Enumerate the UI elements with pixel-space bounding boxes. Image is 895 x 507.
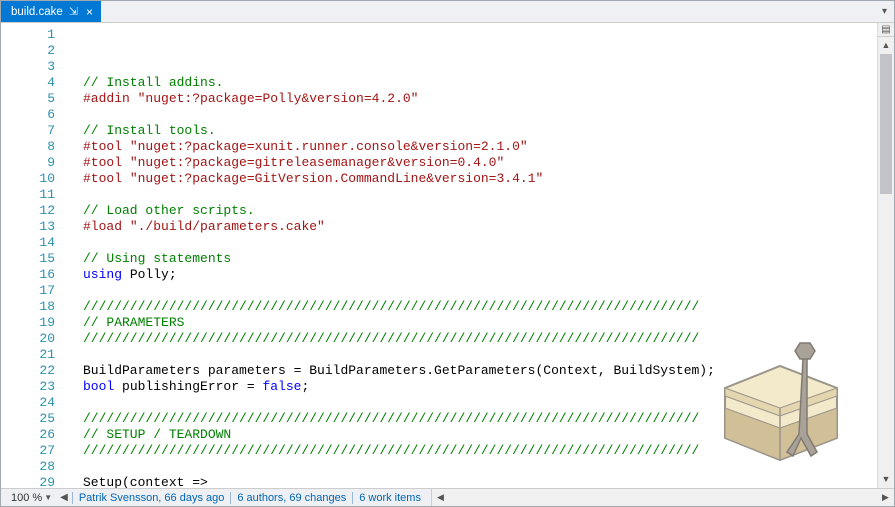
line-number: 29 (1, 475, 55, 488)
codelens-author[interactable]: Patrik Svensson, 66 days ago (72, 492, 231, 504)
code-line[interactable]: Setup(context => (83, 475, 877, 488)
line-number: 16 (1, 267, 55, 283)
hscroll-left-icon[interactable]: ◀ (432, 492, 449, 503)
line-number: 24 (1, 395, 55, 411)
code-line[interactable]: // Install addins. (83, 75, 877, 91)
code-line[interactable]: #tool "nuget:?package=GitVersion.Command… (83, 171, 877, 187)
line-number: 22 (1, 363, 55, 379)
code-editor[interactable]: 1234567891011121314151617181920212223242… (1, 23, 894, 488)
code-line[interactable] (83, 459, 877, 475)
line-number: 10 (1, 171, 55, 187)
code-line[interactable]: ////////////////////////////////////////… (83, 331, 877, 347)
line-number: 19 (1, 315, 55, 331)
line-number: 4 (1, 75, 55, 91)
code-line[interactable] (83, 107, 877, 123)
codelens-prev-icon[interactable]: ◀ (56, 492, 72, 503)
zoom-value: 100 % (11, 492, 42, 504)
line-number: 21 (1, 347, 55, 363)
tab-overflow: ▾ (875, 1, 894, 22)
code-line[interactable]: #addin "nuget:?package=Polly&version=4.2… (83, 91, 877, 107)
code-line[interactable]: #load "./build/parameters.cake" (83, 219, 877, 235)
status-bar: 100 % ▼ ◀ Patrik Svensson, 66 days ago 6… (1, 488, 894, 506)
scroll-down-icon[interactable]: ▼ (878, 471, 894, 488)
code-line[interactable]: // Load other scripts. (83, 203, 877, 219)
code-line[interactable]: using Polly; (83, 267, 877, 283)
code-line[interactable]: ////////////////////////////////////////… (83, 411, 877, 427)
horizontal-scrollbar[interactable]: ◀ ▶ (431, 489, 894, 506)
tab-bar: build.cake ⇲ × ▾ (1, 1, 894, 23)
line-number: 11 (1, 187, 55, 203)
line-number: 6 (1, 107, 55, 123)
code-area[interactable]: // Install addins.#addin "nuget:?package… (63, 23, 877, 488)
code-line[interactable] (83, 235, 877, 251)
tab-filename: build.cake (11, 6, 63, 18)
line-number-gutter: 1234567891011121314151617181920212223242… (1, 23, 63, 488)
code-line[interactable] (83, 347, 877, 363)
line-number: 27 (1, 443, 55, 459)
code-line[interactable]: // PARAMETERS (83, 315, 877, 331)
vertical-scrollbar[interactable]: ▤ ▲ ▼ (877, 23, 894, 488)
hscroll-track[interactable] (449, 489, 877, 506)
code-line[interactable]: #tool "nuget:?package=gitreleasemanager&… (83, 155, 877, 171)
line-number: 12 (1, 203, 55, 219)
codelens-changes[interactable]: 6 authors, 69 changes (230, 492, 352, 504)
zoom-chevron-icon: ▼ (44, 493, 52, 502)
code-line[interactable] (83, 283, 877, 299)
code-line[interactable]: // Install tools. (83, 123, 877, 139)
code-line[interactable]: bool publishingError = false; (83, 379, 877, 395)
codelens-bar: ◀ Patrik Svensson, 66 days ago 6 authors… (56, 492, 427, 504)
pin-icon[interactable]: ⇲ (69, 5, 78, 18)
line-number: 3 (1, 59, 55, 75)
scroll-up-icon[interactable]: ▲ (878, 37, 894, 54)
tab-buildcake[interactable]: build.cake ⇲ × (1, 1, 101, 22)
line-number: 17 (1, 283, 55, 299)
line-number: 7 (1, 123, 55, 139)
code-line[interactable]: // Using statements (83, 251, 877, 267)
code-line[interactable] (83, 187, 877, 203)
line-number: 28 (1, 459, 55, 475)
chevron-down-icon[interactable]: ▾ (879, 6, 890, 17)
line-number: 25 (1, 411, 55, 427)
line-number: 18 (1, 299, 55, 315)
line-number: 15 (1, 251, 55, 267)
scroll-thumb[interactable] (880, 54, 892, 194)
code-line[interactable]: ////////////////////////////////////////… (83, 443, 877, 459)
code-line[interactable]: #tool "nuget:?package=xunit.runner.conso… (83, 139, 877, 155)
split-editor-icon[interactable]: ▤ (878, 23, 894, 37)
code-line[interactable]: BuildParameters parameters = BuildParame… (83, 363, 877, 379)
codelens-workitems[interactable]: 6 work items (352, 492, 427, 504)
line-number: 26 (1, 427, 55, 443)
line-number: 8 (1, 139, 55, 155)
line-number: 23 (1, 379, 55, 395)
line-number: 5 (1, 91, 55, 107)
line-number: 1 (1, 27, 55, 43)
code-line[interactable]: ////////////////////////////////////////… (83, 299, 877, 315)
zoom-level[interactable]: 100 % ▼ (1, 492, 56, 504)
hscroll-right-icon[interactable]: ▶ (877, 492, 894, 503)
code-line[interactable] (83, 395, 877, 411)
code-line[interactable]: // SETUP / TEARDOWN (83, 427, 877, 443)
line-number: 20 (1, 331, 55, 347)
close-icon[interactable]: × (84, 5, 95, 19)
line-number: 2 (1, 43, 55, 59)
line-number: 9 (1, 155, 55, 171)
line-number: 13 (1, 219, 55, 235)
scroll-track[interactable] (878, 54, 894, 471)
line-number: 14 (1, 235, 55, 251)
